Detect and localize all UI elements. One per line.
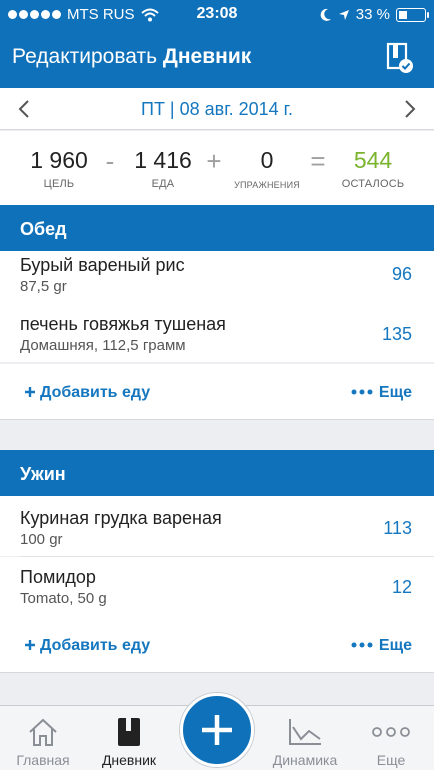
more-button[interactable]: Еще <box>351 637 412 655</box>
food-detail: 100 gr <box>20 531 63 548</box>
goal-cell: 1 960 ЦЕЛЬ <box>18 147 100 190</box>
food-name: Бурый вареный рис <box>20 255 185 275</box>
tab-label: Еще <box>376 752 406 768</box>
ellipsis-icon <box>351 642 373 648</box>
tab-label: Дневник <box>101 752 157 768</box>
moon-icon <box>320 8 331 21</box>
food-item[interactable]: печень говяжья тушеная Домашняя, 112,5 г… <box>0 302 434 365</box>
more-icon <box>372 727 410 737</box>
next-day-button[interactable] <box>390 88 430 130</box>
exercise-cell: 0 УПРАЖНЕНИЯ <box>226 147 308 190</box>
add-food-button[interactable]: Добавить еду <box>24 384 150 402</box>
meal-actions-lunch: Добавить еду Еще <box>0 364 434 420</box>
tab-home[interactable]: Главная <box>0 706 86 770</box>
plus-sign: + <box>206 146 222 176</box>
add-food-label: Добавить еду <box>40 637 151 654</box>
battery-percent: 33 % <box>355 6 390 23</box>
battery-icon <box>396 7 429 22</box>
tab-progress[interactable]: Динамика <box>262 706 348 770</box>
food-detail: 87,5 gr <box>20 278 67 295</box>
plus-icon <box>25 640 35 650</box>
ellipsis-icon <box>351 389 373 395</box>
status-right: 33 % <box>320 6 429 23</box>
status-bar: MTS RUS 23:08 33 % <box>0 0 434 28</box>
add-food-label: Добавить еду <box>40 384 151 401</box>
date-bar: ПТ | 08 авг. 2014 г. <box>0 88 434 130</box>
exercise-label: УПРАЖНЕНИЯ <box>234 180 300 190</box>
diary-check-icon[interactable] <box>384 42 414 74</box>
food-item[interactable]: Помидор Tomato, 50 g 12 <box>0 557 434 617</box>
equals-sign: = <box>310 146 326 176</box>
remaining-label: ОСТАЛОСЬ <box>341 178 405 190</box>
food-calories: 96 <box>391 264 412 284</box>
title-prefix: Редактировать <box>12 45 158 68</box>
food-detail: Домашняя, 112,5 грамм <box>20 337 186 354</box>
exercise-value: 0 <box>260 147 274 173</box>
title-main: Дневник <box>162 45 252 68</box>
home-icon <box>29 718 57 746</box>
current-date[interactable]: ПТ | 08 авг. 2014 г. <box>0 99 434 120</box>
more-button[interactable]: Еще <box>351 384 412 402</box>
tab-more[interactable]: Еще <box>348 706 434 770</box>
chart-icon <box>289 719 321 745</box>
more-label: Еще <box>378 637 412 654</box>
page-title: Редактировать Дневник <box>12 45 251 69</box>
meal-header-dinner: Ужин <box>0 450 434 496</box>
meal-actions-dinner: Добавить еду Еще <box>0 617 434 673</box>
plus-icon <box>25 387 35 397</box>
goal-label: ЦЕЛЬ <box>43 178 75 190</box>
food-calories: 113 <box>383 518 412 538</box>
food-label: ЕДА <box>151 178 175 190</box>
quick-add-button[interactable] <box>180 693 254 767</box>
remaining-value: 544 <box>353 147 393 173</box>
tab-label: Главная <box>16 752 70 768</box>
top-bar: MTS RUS 23:08 33 % Редактировать Дневник <box>0 0 434 88</box>
food-value: 1 416 <box>134 147 192 173</box>
food-detail: Tomato, 50 g <box>20 590 107 607</box>
food-calories: 12 <box>391 577 412 597</box>
navigation-bar: Редактировать Дневник <box>0 28 434 88</box>
meal-header-lunch: Обед <box>0 205 434 251</box>
calorie-summary: 1 960 ЦЕЛЬ - 1 416 ЕДА + 0 УПРАЖНЕНИЯ = … <box>0 131 434 205</box>
chevron-right-icon <box>405 100 416 118</box>
food-name: печень говяжья тушеная <box>20 314 226 334</box>
food-name: Помидор <box>20 567 96 587</box>
location-arrow-icon <box>338 9 349 20</box>
minus-sign: - <box>105 146 115 176</box>
goal-value: 1 960 <box>30 147 88 173</box>
food-name: Куриная грудка вареная <box>20 508 222 528</box>
tab-label: Динамика <box>272 752 338 768</box>
diary-icon <box>118 718 140 746</box>
more-label: Еще <box>378 384 412 401</box>
food-calories: 135 <box>381 324 412 344</box>
tab-diary[interactable]: Дневник <box>86 706 172 770</box>
plus-icon <box>202 715 232 745</box>
food-cell: 1 416 ЕДА <box>122 147 204 190</box>
food-item[interactable]: Куриная грудка вареная 100 gr 113 <box>0 496 434 557</box>
add-food-button[interactable]: Добавить еду <box>24 637 150 655</box>
remaining-cell: 544 ОСТАЛОСЬ <box>330 147 416 190</box>
